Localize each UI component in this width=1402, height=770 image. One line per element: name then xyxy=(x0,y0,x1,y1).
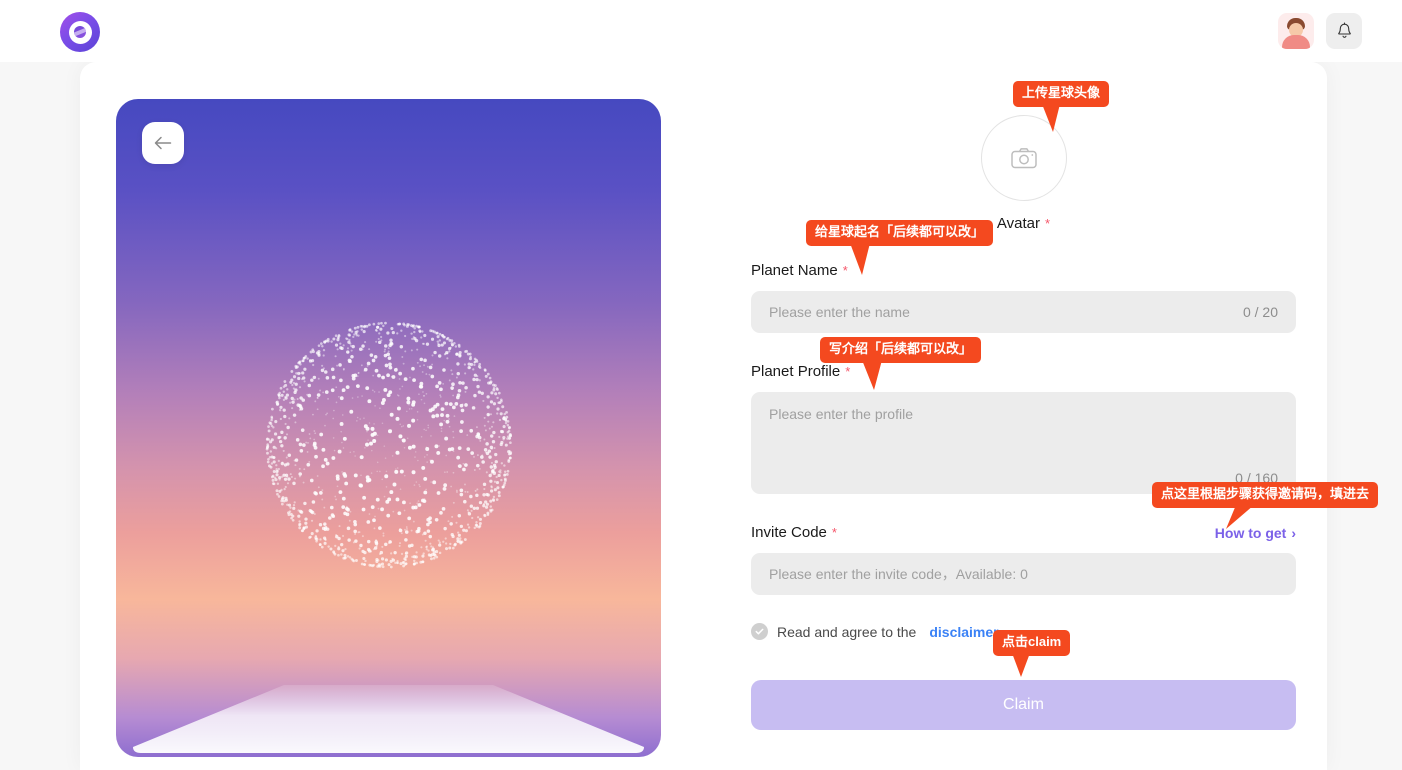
planet-name-counter: 0 / 20 xyxy=(1243,304,1278,320)
anno-upload-avatar: 上传星球头像 xyxy=(1013,81,1109,107)
invite-code-label: Invite Code * xyxy=(751,524,837,541)
user-avatar-icon[interactable] xyxy=(1278,13,1314,49)
avatar-label-text: Avatar xyxy=(997,215,1040,232)
planet-preview-card xyxy=(116,99,661,757)
planet-floor xyxy=(116,607,661,757)
planet-profile-label: Planet Profile * xyxy=(751,363,1296,380)
invite-code-placeholder: Please enter the invite code，Available: … xyxy=(769,564,1028,584)
camera-icon xyxy=(1010,146,1038,170)
disclaimer-link[interactable]: disclaimer xyxy=(929,624,998,640)
claim-button[interactable]: Claim xyxy=(751,680,1296,730)
arrow-left-icon xyxy=(152,134,174,152)
avatar-required-mark: * xyxy=(1045,216,1050,231)
anno-planet-name: 给星球起名「后续都可以改」 xyxy=(806,220,993,246)
planet-name-label-text: Planet Name xyxy=(751,262,838,279)
agreement-text: Read and agree to the xyxy=(777,624,916,640)
anno-invite-code: 点这里根据步骤获得邀请码，填进去 xyxy=(1152,482,1378,508)
invite-code-input[interactable]: Please enter the invite code，Available: … xyxy=(751,553,1296,595)
planet-profile-placeholder: Please enter the profile xyxy=(769,406,913,422)
invite-code-header: Invite Code* How to get › xyxy=(751,524,1296,541)
chevron-right-icon: › xyxy=(1291,525,1296,541)
invite-code-required-mark: * xyxy=(832,525,837,540)
dotted-sphere-planet xyxy=(259,315,519,575)
invite-code-label-text: Invite Code xyxy=(751,524,827,541)
planet-name-placeholder: Please enter the name xyxy=(769,304,910,320)
top-bar xyxy=(0,0,1402,62)
planet-name-label: Planet Name* xyxy=(751,262,1296,279)
anno-claim: 点击claim xyxy=(993,630,1070,656)
top-bar-actions xyxy=(1278,13,1362,49)
planet-name-input[interactable]: Please enter the name 0 / 20 xyxy=(751,291,1296,333)
planet-profile-label-text: Planet Profile xyxy=(751,363,840,380)
planet-profile-textarea[interactable]: Please enter the profile 0 / 160 xyxy=(751,392,1296,494)
anno-planet-profile: 写介绍「后续都可以改」 xyxy=(820,337,981,363)
planet-profile-required-mark: * xyxy=(845,364,850,379)
bell-icon[interactable] xyxy=(1326,13,1362,49)
anno-planet-name-tail xyxy=(848,241,882,277)
planet-logo-icon xyxy=(60,12,100,52)
anno-planet-profile-tail xyxy=(860,358,894,392)
check-circle-icon[interactable] xyxy=(751,623,768,640)
back-button[interactable] xyxy=(142,122,184,164)
app-logo[interactable] xyxy=(60,12,100,52)
